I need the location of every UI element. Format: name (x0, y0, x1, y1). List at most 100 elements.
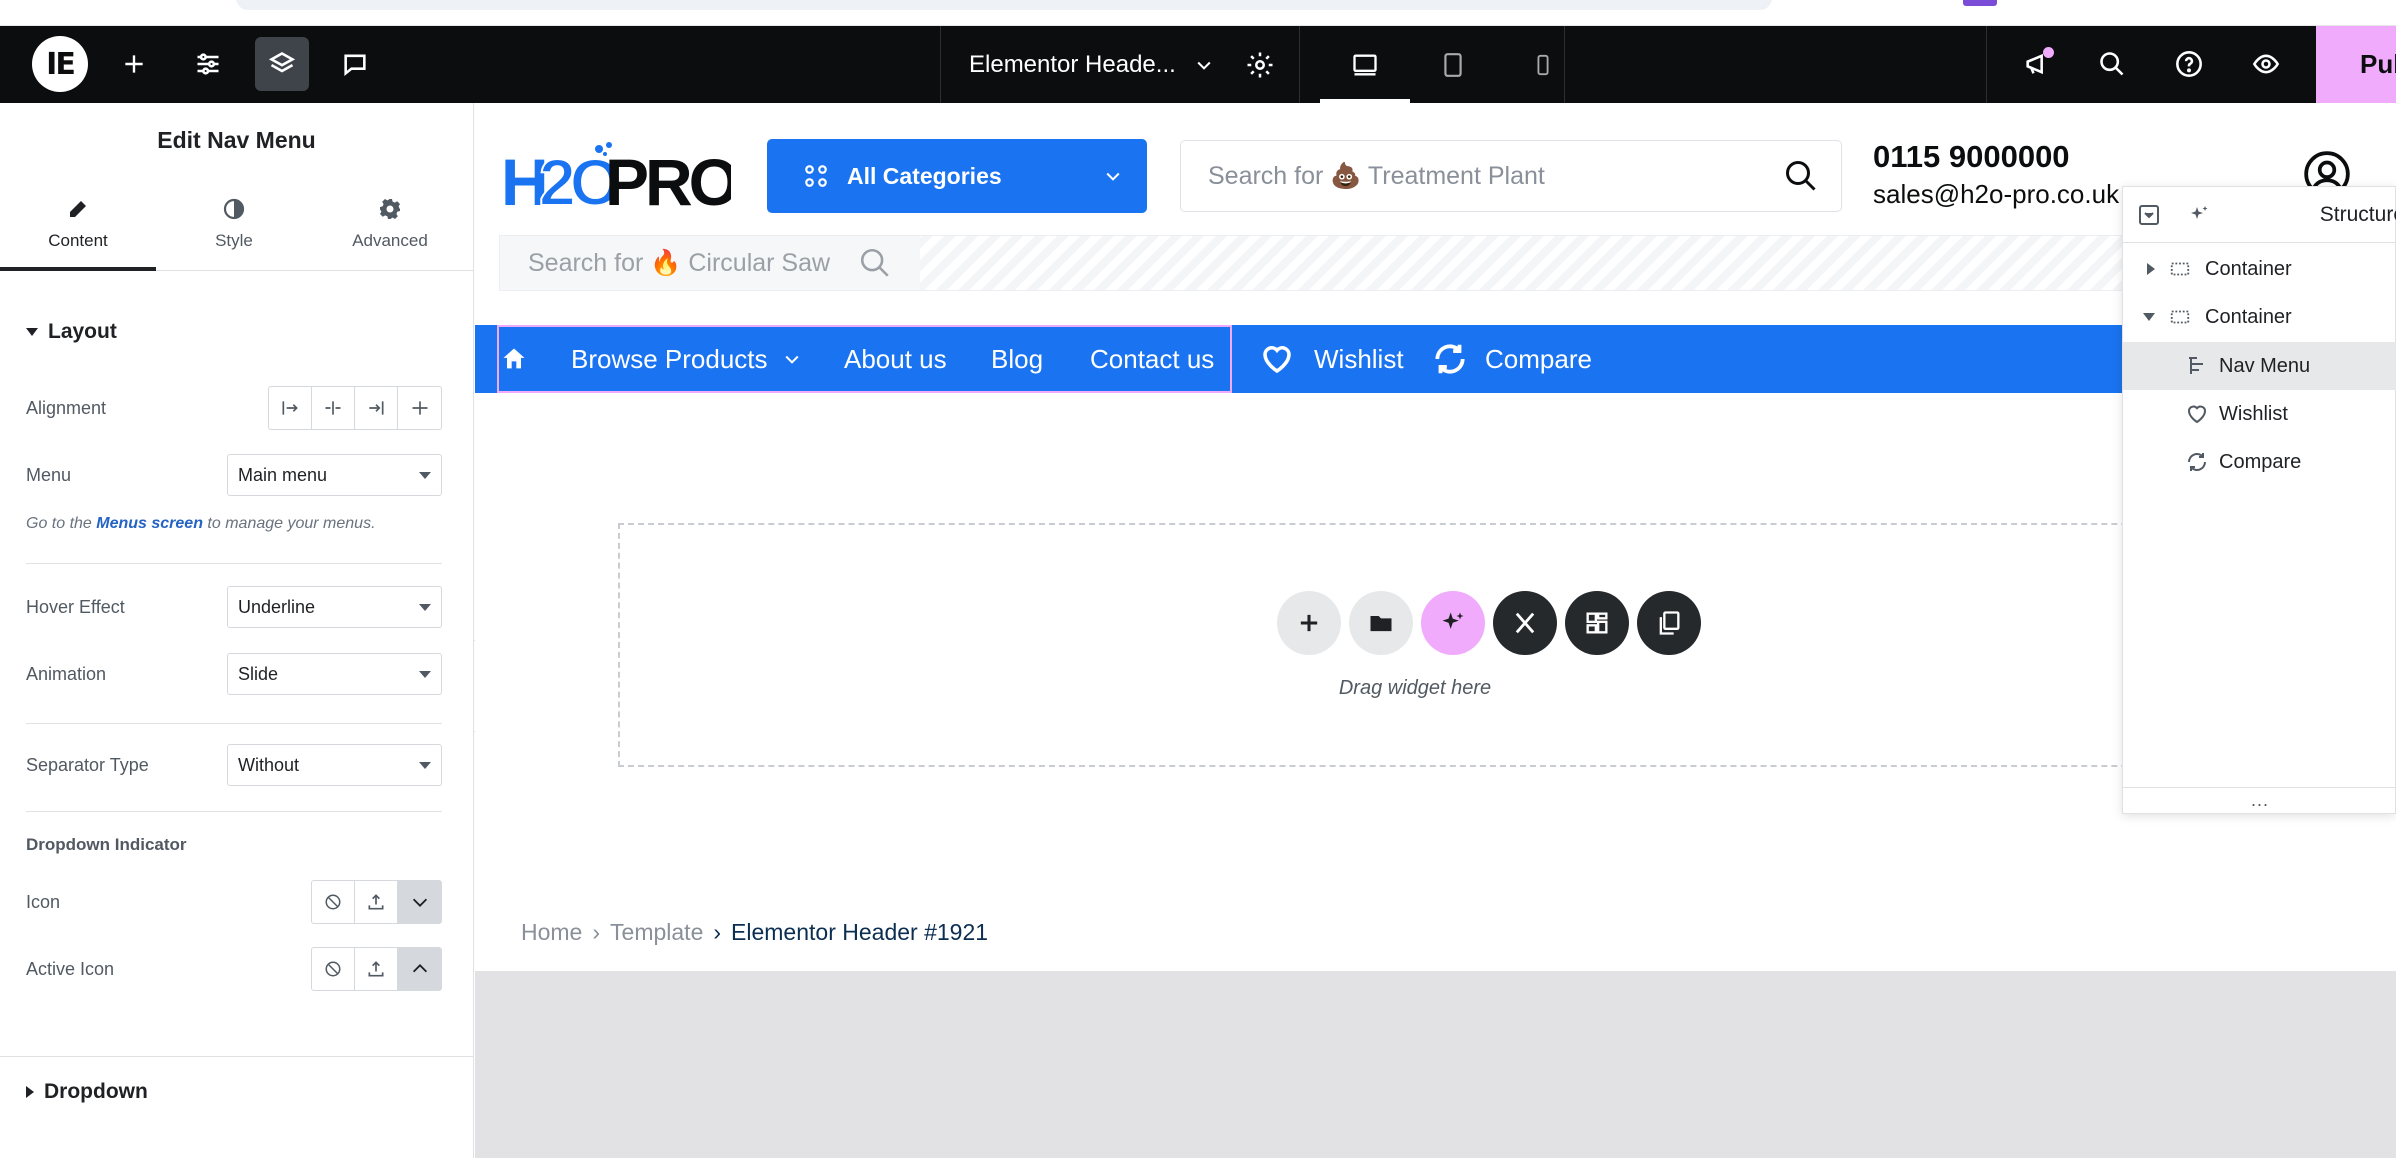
heart-icon (2187, 405, 2207, 424)
caret-right-icon[interactable] (2147, 263, 2155, 275)
ai-button[interactable] (1421, 591, 1485, 655)
chevron-up-icon (412, 964, 427, 973)
h2o-pro-logo[interactable]: H 2O PRO (501, 139, 731, 209)
tab-content-label: Content (48, 231, 108, 250)
add-template-button[interactable] (1349, 591, 1413, 655)
structure-item-container[interactable]: Container (2123, 293, 2396, 341)
structure-resize-handle[interactable]: ... (2123, 787, 2396, 813)
hover-effect-value: Underline (238, 596, 316, 617)
breadcrumb-template[interactable]: Template (610, 919, 703, 946)
structure-item-compare[interactable]: Compare (2123, 438, 2396, 486)
separator-select[interactable]: Without (227, 744, 442, 786)
device-desktop-button[interactable] (1320, 26, 1410, 103)
sparkle-icon[interactable] (2187, 203, 2211, 227)
add-element-button[interactable] (107, 37, 161, 91)
icon-library-chevron-down[interactable] (398, 881, 441, 923)
elementor-logo-button[interactable]: IE (32, 36, 88, 92)
layout-section-title: Layout (48, 320, 117, 343)
menu-select[interactable]: Main menu (227, 454, 442, 496)
document-settings-button[interactable] (1220, 26, 1300, 103)
nav-home[interactable] (497, 325, 531, 393)
svg-text:PRO: PRO (605, 145, 731, 209)
menu-select-value: Main menu (238, 464, 328, 485)
icon-upload-button[interactable] (355, 881, 398, 923)
finder-button[interactable] (2085, 37, 2139, 91)
secondary-search-input[interactable]: Search for 🔥 Circular Saw (500, 236, 920, 290)
search-icon (2100, 52, 2124, 76)
nav-about-us[interactable]: About us (844, 325, 947, 393)
hint-prefix: Go to the (26, 515, 97, 532)
nav-compare[interactable]: Compare (1431, 325, 1592, 393)
breadcrumb-separator-icon: › (713, 919, 722, 945)
copy-icon (1659, 611, 1680, 635)
icon-none-button[interactable] (312, 881, 355, 923)
structure-item-container[interactable]: Container (2123, 245, 2396, 293)
kit-library-button[interactable] (1565, 591, 1629, 655)
align-start-button[interactable] (269, 387, 312, 429)
breadcrumb-home[interactable]: Home (521, 919, 582, 946)
tab-advanced-label: Advanced (352, 231, 428, 250)
hover-effect-select[interactable]: Underline (227, 586, 442, 628)
caret-down-icon (26, 328, 38, 336)
paste-button[interactable] (1637, 591, 1701, 655)
chevron-down-icon (412, 898, 427, 907)
structure-button[interactable] (255, 37, 309, 91)
menus-screen-link[interactable]: Menus screen (96, 515, 203, 532)
layout-section-toggle[interactable]: Layout (0, 310, 117, 354)
help-button[interactable] (2162, 37, 2216, 91)
align-justify-icon (412, 401, 427, 415)
nav-blog[interactable]: Blog (991, 325, 1043, 393)
help-icon (2176, 51, 2202, 77)
tab-content[interactable]: Content (0, 178, 156, 270)
collapse-all-icon[interactable] (2137, 203, 2161, 227)
nav-wishlist[interactable]: Wishlist (1258, 325, 1404, 393)
extension-icon[interactable] (1963, 0, 1997, 6)
align-justify-button[interactable] (398, 387, 441, 429)
alignment-label: Alignment (26, 397, 107, 418)
plus-icon (1300, 614, 1318, 632)
product-search-input[interactable]: Search for 💩 Treatment Plant (1180, 140, 1842, 212)
publish-button[interactable]: Pub (2316, 26, 2396, 103)
active-icon-chevron-up[interactable] (398, 948, 441, 990)
refresh-icon (1435, 344, 1465, 374)
active-icon-none-button[interactable] (312, 948, 355, 990)
dropdown-section-toggle[interactable]: Dropdown (0, 1070, 148, 1114)
device-mobile-button[interactable] (1498, 26, 1588, 103)
preview-button[interactable] (2239, 37, 2293, 91)
sparkle-icon (1442, 612, 1464, 629)
whats-new-button[interactable] (2010, 37, 2064, 91)
search-icon[interactable] (1783, 158, 1819, 194)
device-tablet-button[interactable] (1408, 26, 1498, 103)
structure-item-nav-menu[interactable]: Nav Menu (2123, 342, 2396, 390)
divider (26, 811, 442, 812)
tab-advanced[interactable]: Advanced (312, 178, 468, 270)
home-icon (503, 348, 525, 369)
animation-control: Animation Slide (26, 653, 442, 695)
site-settings-button[interactable] (181, 37, 235, 91)
align-center-button[interactable] (312, 387, 355, 429)
layout-grid-icon (1586, 612, 1608, 634)
nav-contact-us[interactable]: Contact us (1090, 325, 1214, 393)
icon-choice (311, 880, 442, 924)
divider (26, 723, 442, 724)
all-categories-button[interactable]: All Categories (767, 139, 1147, 213)
animation-select[interactable]: Slide (227, 653, 442, 695)
structure-item-label: Container (2205, 257, 2292, 280)
address-bar[interactable] (236, 0, 1772, 10)
search-icon[interactable] (858, 246, 892, 280)
structure-item-wishlist[interactable]: Wishlist (2123, 390, 2396, 438)
caret-down-icon[interactable] (2143, 313, 2155, 321)
animation-value: Slide (238, 663, 279, 684)
align-end-button[interactable] (355, 387, 398, 429)
notes-button[interactable] (328, 37, 382, 91)
email-address[interactable]: sales@h2o-pro.co.uk (1873, 179, 2119, 210)
phone-number[interactable]: 0115 9000000 (1873, 139, 2119, 175)
chevron-down-icon (1197, 61, 1211, 70)
add-section-button[interactable] (1277, 591, 1341, 655)
active-icon-upload-button[interactable] (355, 948, 398, 990)
x-social-button[interactable] (1493, 591, 1557, 655)
tab-style[interactable]: Style (156, 178, 312, 270)
animation-label: Animation (26, 663, 107, 684)
alignment-control: Alignment (26, 386, 442, 430)
nav-browse-products[interactable]: Browse Products (571, 325, 802, 393)
